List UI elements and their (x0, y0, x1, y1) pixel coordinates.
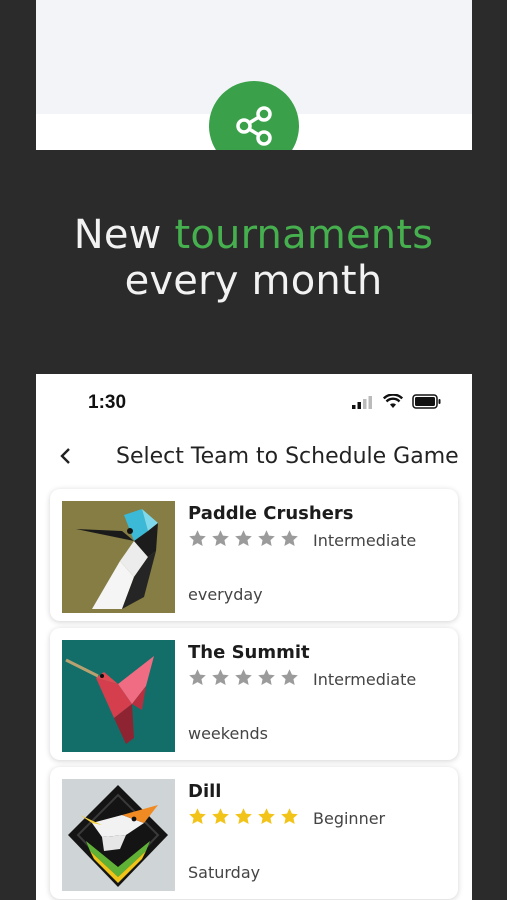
status-bar: 1:30 (36, 392, 472, 416)
bird-diamond-avatar-icon (62, 779, 175, 891)
headline-line2: every month (124, 258, 383, 304)
star-icon (258, 669, 275, 686)
team-name: The Summit (188, 642, 310, 663)
status-time: 1:30 (88, 392, 127, 413)
page-title: Select Team to Schedule Game (116, 444, 459, 469)
team-level: Beginner (313, 809, 386, 828)
share-button[interactable] (209, 81, 299, 150)
star-icon (258, 808, 275, 825)
star-icon (235, 530, 252, 547)
star-icon (281, 808, 298, 825)
headline-plain: New (73, 212, 175, 258)
team-schedule: everyday (188, 585, 263, 604)
team-name: Paddle Crushers (188, 503, 354, 524)
team-schedule: weekends (188, 724, 268, 743)
team-card-the-summit[interactable]: The Summit Intermediate weekends (50, 628, 458, 760)
star-icon (212, 808, 229, 825)
back-button[interactable] (58, 446, 74, 471)
star-icon (189, 808, 206, 825)
team-card-paddle-crushers[interactable]: Paddle Crushers Intermediate everyday (50, 489, 458, 621)
cellular-signal-icon (352, 395, 372, 409)
headline: New tournaments every month (0, 212, 507, 304)
star-icon (212, 530, 229, 547)
star-icon (281, 669, 298, 686)
team-name: Dill (188, 781, 222, 802)
share-icon (236, 106, 272, 146)
star-rating (188, 529, 299, 548)
star-icon (189, 530, 206, 547)
team-level: Intermediate (313, 531, 417, 550)
star-icon (189, 669, 206, 686)
kingfisher-avatar-icon (62, 501, 175, 613)
nav-bar: Select Team to Schedule Game (36, 436, 472, 476)
team-card-dill[interactable]: Dill Beginner Saturday (50, 767, 458, 899)
star-icon (281, 530, 298, 547)
star-icon (235, 669, 252, 686)
phone-screen: 1:30 Select Team to Schedule Game Paddle… (36, 374, 472, 900)
star-icon (258, 530, 275, 547)
team-level: Intermediate (313, 670, 417, 689)
team-schedule: Saturday (188, 863, 261, 882)
star-icon (212, 669, 229, 686)
hummingbird-avatar-icon (62, 640, 175, 752)
star-icon (235, 808, 252, 825)
wifi-icon (383, 394, 403, 408)
star-rating (188, 668, 299, 687)
headline-accent: tournaments (174, 212, 434, 258)
battery-icon (412, 394, 441, 409)
star-rating (188, 807, 299, 826)
chevron-left-icon (60, 448, 70, 464)
